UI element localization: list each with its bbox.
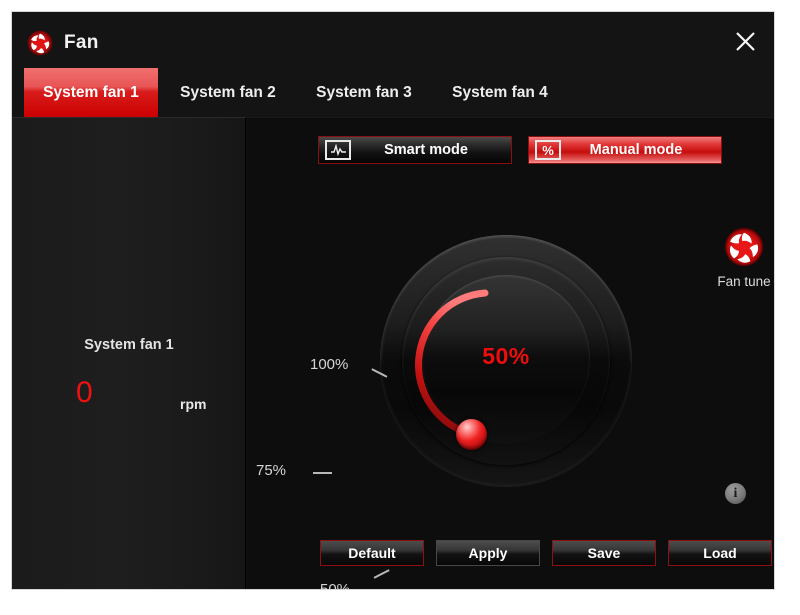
waveform-icon [325,140,351,160]
default-button-label: Default [348,545,396,561]
info-glyph: i [733,485,738,501]
fan-speed-dial[interactable]: 50% [380,235,632,487]
fan-tune-label: Fan tune [717,274,771,289]
tab-label: System fan 2 [180,83,276,101]
dial-handle[interactable] [456,419,487,450]
apply-button-label: Apply [468,545,508,561]
close-icon[interactable] [724,22,766,60]
dial-tick-label-50: 50% [320,581,351,590]
fan-control-window: Fan System fan 1 System fan 2 System fan… [11,11,775,590]
title-bar: Fan [12,12,774,68]
percent-icon: % [535,140,561,160]
tab-label: System fan 1 [43,83,139,101]
apply-button[interactable]: Apply [436,540,540,566]
fan-control-panel: Smart mode % Manual mode 50% 100% 75% 50… [247,117,774,590]
dial-tick-mark-50 [373,569,390,579]
dial-tick-label-100: 100% [310,356,349,373]
tab-system-fan-2[interactable]: System fan 2 [160,68,296,117]
manual-mode-label: Manual mode [589,142,683,158]
tab-strip: System fan 1 System fan 2 System fan 3 S… [12,68,774,117]
tab-system-fan-3[interactable]: System fan 3 [296,68,432,117]
fan-aperture-logo-icon [27,30,53,56]
smart-mode-button[interactable]: Smart mode [318,136,512,164]
fan-rpm-value: 0 [76,376,93,409]
body-area: System fan 1 0 rpm Smart mode % Manual m… [12,117,774,590]
percent-glyph: % [542,142,554,158]
info-icon[interactable]: i [725,483,746,504]
dial-tick-label-75: 75% [256,462,287,479]
load-button[interactable]: Load [668,540,772,566]
save-button[interactable]: Save [552,540,656,566]
tab-label: System fan 3 [316,83,412,101]
tab-label: System fan 4 [452,83,548,101]
default-button[interactable]: Default [320,540,424,566]
dial-value-label: 50% [482,343,530,369]
tab-system-fan-1[interactable]: System fan 1 [24,68,158,117]
page-title: Fan [64,32,99,53]
fan-tune-button[interactable]: Fan tune [699,226,774,289]
smart-mode-label: Smart mode [384,142,468,158]
dial-tick-mark-75 [313,472,332,474]
fan-aperture-icon [723,226,765,268]
tab-system-fan-4[interactable]: System fan 4 [432,68,568,117]
fan-readout-name: System fan 1 [84,337,174,353]
save-button-label: Save [587,545,621,561]
load-button-label: Load [703,545,737,561]
fan-readout-panel: System fan 1 0 rpm [12,117,246,589]
fan-rpm-unit: rpm [180,396,207,412]
manual-mode-button[interactable]: % Manual mode [528,136,722,164]
